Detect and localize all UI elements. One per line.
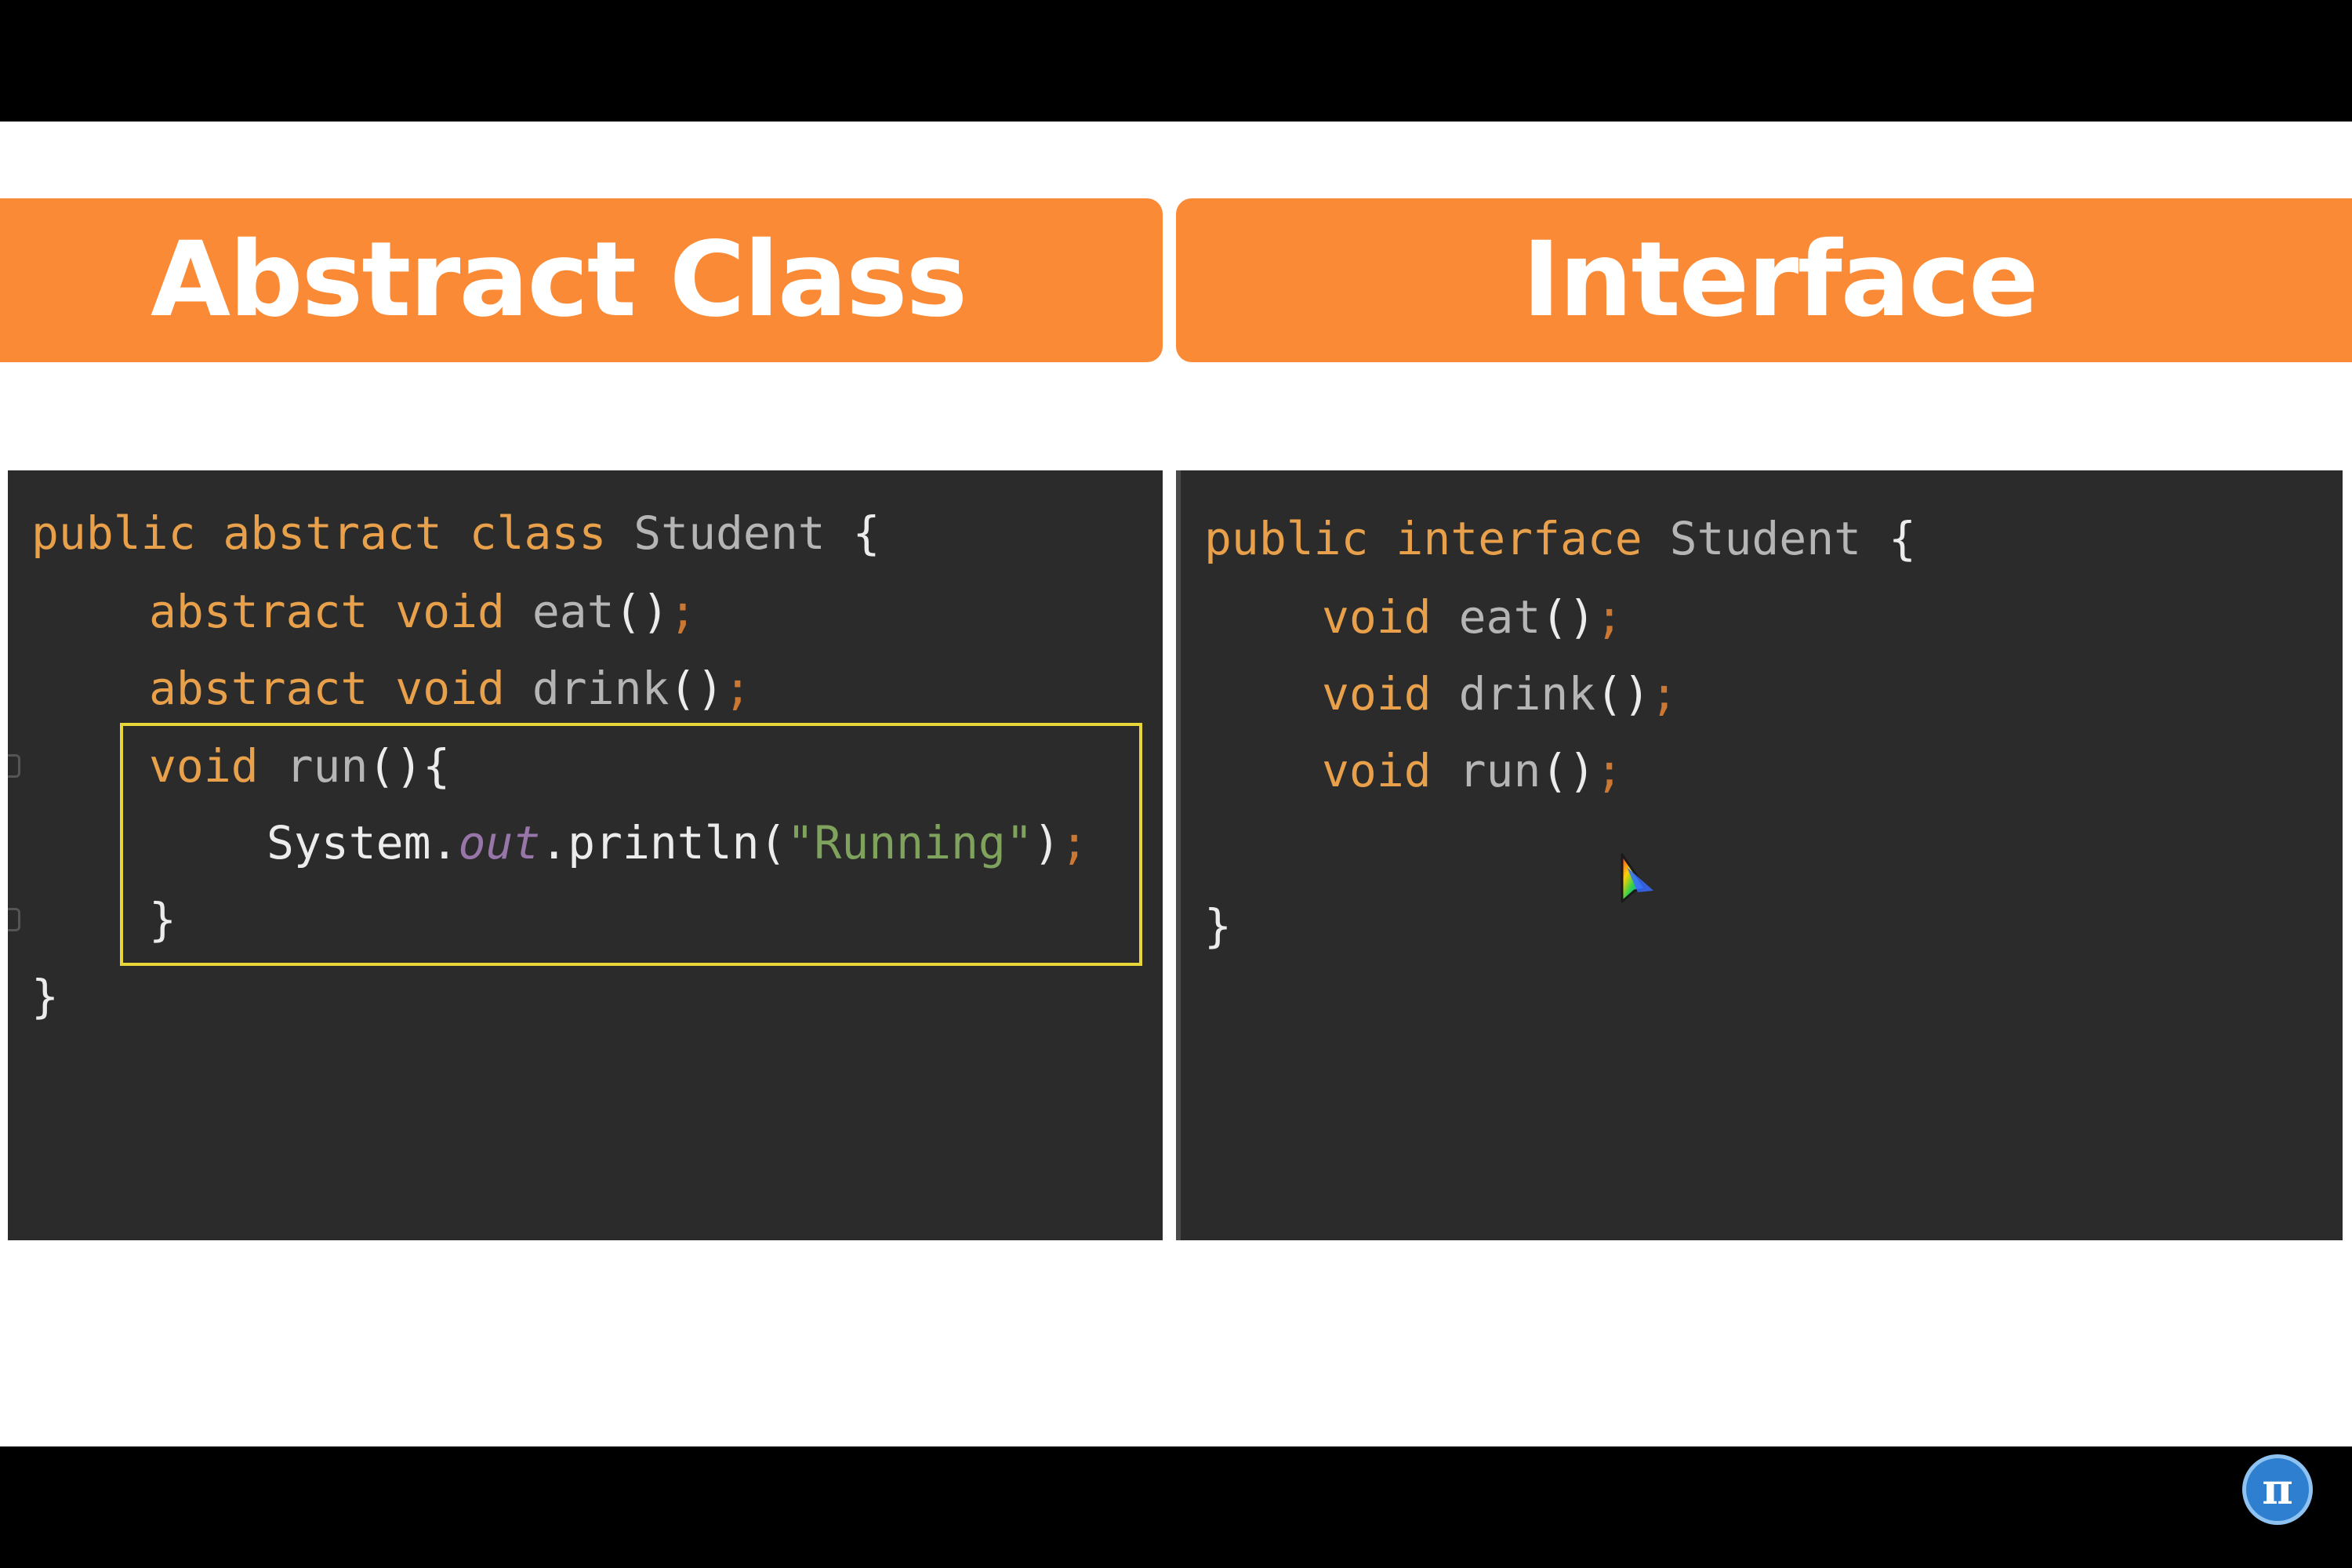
class-name-token: Student <box>633 506 826 560</box>
brace-token: { <box>1888 512 1916 565</box>
brace-token: } <box>1204 899 1232 953</box>
abstract-class-header: Abstract Class <box>0 198 1163 362</box>
fold-marker-icon[interactable] <box>8 754 20 778</box>
parens-token: () <box>1541 744 1596 797</box>
method-name-token: eat <box>532 585 615 638</box>
keyword-token: abstract void <box>149 662 505 715</box>
keyword-token: void <box>1322 590 1432 644</box>
parens-token: () <box>1541 590 1596 644</box>
keyword-token: void <box>1322 667 1432 720</box>
semicolon-token: ; <box>1595 744 1624 797</box>
method-name-token: eat <box>1458 590 1541 644</box>
semicolon-token: ; <box>1595 590 1624 644</box>
brace-token: } <box>31 970 59 1023</box>
code-line-eat: void eat(); <box>1322 590 1623 644</box>
letterbox-top <box>0 0 2352 122</box>
paren-token: ) <box>1033 816 1061 869</box>
code-line-run: void run(){ <box>149 739 450 793</box>
semicolon-token: ; <box>669 585 697 638</box>
keyword-token: public interface <box>1204 512 1642 565</box>
brace-token: { <box>852 506 880 560</box>
code-line-run-close: } <box>149 892 176 947</box>
method-name-token: run <box>285 739 368 793</box>
abstract-class-code-panel: public abstract class Student { abstract… <box>8 470 1163 1240</box>
code-line-interface-close: } <box>1204 898 1232 953</box>
brace-token: } <box>149 893 176 946</box>
interface-code-panel: public interface Student { void eat(); v… <box>1176 470 2343 1240</box>
parens-token: () <box>1595 667 1651 720</box>
semicolon-token: ; <box>724 662 752 715</box>
letterbox-bottom <box>0 1446 2352 1568</box>
semicolon-token: ; <box>1650 667 1678 720</box>
mouse-cursor-icon <box>1621 853 1653 903</box>
code-line-drink: void drink(); <box>1322 666 1678 721</box>
code-line-drink: abstract void drink(); <box>149 661 751 716</box>
parens-token: () <box>669 662 724 715</box>
code-line-interface-declaration: public interface Student { <box>1204 511 1916 566</box>
code-line-run: void run(); <box>1322 743 1623 798</box>
keyword-token: void <box>1322 744 1432 797</box>
method-name-token: drink <box>1458 667 1596 720</box>
object-token: System. <box>267 816 459 869</box>
interface-header: Interface <box>1176 198 2352 362</box>
fold-marker-icon[interactable] <box>8 908 20 931</box>
code-line-println: System.out.println("Running"); <box>267 815 1088 870</box>
method-call-token: .println( <box>540 816 787 869</box>
keyword-token: void <box>149 739 259 793</box>
keyword-token: public abstract class <box>31 506 607 560</box>
parens-token: () <box>614 585 670 638</box>
interface-name-token: Student <box>1669 512 1862 565</box>
code-line-class-close: } <box>31 969 59 1024</box>
semicolon-token: ; <box>1060 816 1088 869</box>
field-token: out <box>458 816 541 869</box>
method-name-token: run <box>1458 744 1541 797</box>
parens-token: (){ <box>368 739 451 793</box>
code-line-class-declaration: public abstract class Student { <box>31 506 880 561</box>
method-name-token: drink <box>532 662 670 715</box>
keyword-token: abstract void <box>149 585 505 638</box>
code-line-eat: abstract void eat(); <box>149 584 696 639</box>
string-token: "Running" <box>786 816 1033 869</box>
pi-logo: π <box>2242 1454 2313 1525</box>
